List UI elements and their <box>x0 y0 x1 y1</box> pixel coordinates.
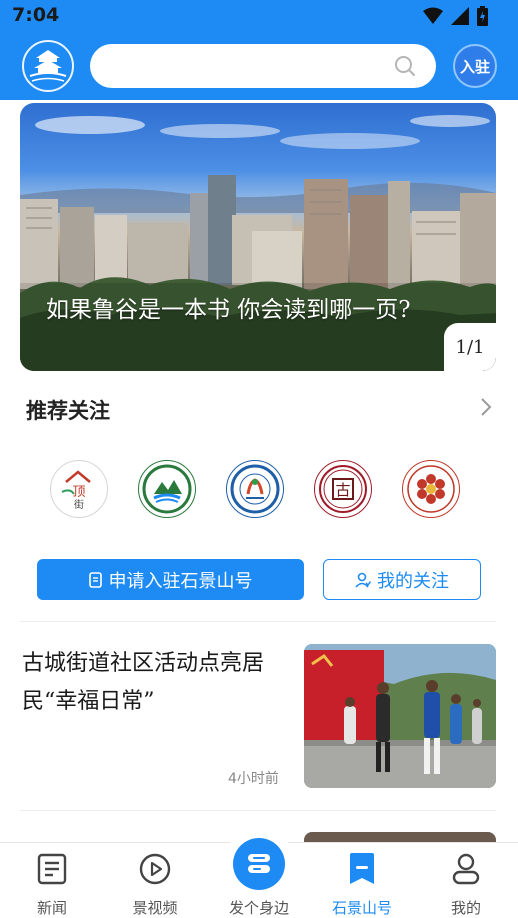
search-bar[interactable] <box>90 44 436 88</box>
search-input[interactable] <box>90 44 390 88</box>
news-icon <box>37 851 67 887</box>
post-button[interactable] <box>233 838 285 890</box>
profile-icon <box>451 851 481 887</box>
svg-text:顶: 顶 <box>72 485 85 500</box>
banner-title[interactable]: 如果鲁谷是一本书 你会读到哪一页? <box>46 291 426 329</box>
chevron-right-icon[interactable] <box>480 397 492 417</box>
join-button[interactable]: 入驻 <box>453 44 497 88</box>
tab-account-label: 石景山号 <box>331 899 392 917</box>
banner-cityscape-image <box>20 115 496 371</box>
app-logo[interactable] <box>22 40 74 92</box>
tab-account[interactable]: 石景山号 <box>310 843 414 918</box>
apply-account-label: 申请入驻石景山号 <box>108 570 253 592</box>
wulituo-logo-icon <box>142 464 192 514</box>
svg-text:街: 街 <box>74 498 84 511</box>
tab-profile[interactable]: 我的 <box>414 843 518 918</box>
tab-news-label: 新闻 <box>36 899 67 917</box>
user-follow-icon <box>355 572 371 588</box>
tab-video-label: 景视频 <box>132 899 178 917</box>
status-time: 7:04 <box>12 4 60 26</box>
account-icon <box>347 851 377 887</box>
org-logo-guangning[interactable] <box>226 460 284 518</box>
tab-profile-label: 我的 <box>450 899 481 917</box>
news-item-time: 4小时前 <box>228 771 279 787</box>
apply-account-button[interactable]: 申请入驻石景山号 <box>37 559 304 600</box>
status-bar: 7:04 <box>0 0 518 32</box>
post-icon <box>248 854 270 873</box>
search-icon[interactable] <box>394 55 416 77</box>
svg-text:古: 古 <box>335 481 350 499</box>
news-thumbnail-image <box>304 644 496 788</box>
news-item-title[interactable]: 古城街道社区活动点亮居民“幸福日常” <box>22 645 284 721</box>
jindingjie-logo-icon: 顶 街 <box>61 470 91 511</box>
divider <box>20 621 496 622</box>
video-play-icon <box>138 851 172 887</box>
divider <box>20 810 496 811</box>
signal-icon <box>451 7 469 25</box>
tab-post-label: 发个身边 <box>228 899 289 917</box>
guangning-logo-icon <box>230 464 280 514</box>
org-logo-gucheng[interactable]: 古 <box>314 460 372 518</box>
news-item-thumbnail[interactable] <box>304 644 496 788</box>
pagoda-logo-icon <box>29 50 67 82</box>
banner-carousel[interactable]: 如果鲁谷是一本书 你会读到哪一页? 1/1 <box>20 103 496 371</box>
banner-pager: 1/1 <box>444 323 496 371</box>
wifi-icon <box>423 7 443 24</box>
tab-news[interactable]: 新闻 <box>0 843 104 918</box>
recommended-org-list: 顶 街 古 <box>50 460 460 518</box>
gucheng-logo-icon: 古 <box>319 465 367 513</box>
my-follows-label: 我的关注 <box>377 570 449 592</box>
org-logo-wulituo[interactable] <box>138 460 196 518</box>
my-follows-button[interactable]: 我的关注 <box>323 559 481 600</box>
seal-flower-logo-icon <box>407 465 455 513</box>
apply-doc-icon <box>88 571 102 588</box>
tab-video[interactable]: 景视频 <box>103 843 207 918</box>
org-logo-jindingjie[interactable]: 顶 街 <box>50 460 108 518</box>
status-icons <box>423 6 488 26</box>
org-logo-seal[interactable] <box>402 460 460 518</box>
app-header: 入驻 <box>0 32 518 100</box>
battery-icon <box>477 6 488 26</box>
section-title-recommend: 推荐关注 <box>26 399 110 423</box>
